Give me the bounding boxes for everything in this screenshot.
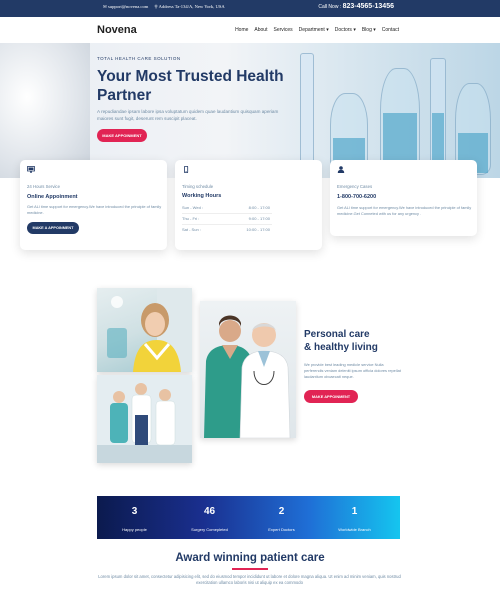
award-text: Lorem ipsum dolor sit amet, consectetur …: [98, 574, 401, 585]
care-title-line: Personal care: [304, 329, 370, 340]
stat-label: Happy people: [122, 527, 147, 532]
site-logo[interactable]: Novena: [97, 24, 137, 36]
top-bar: ✉ support@novena.com ⚲ Address Ta-134/A,…: [0, 0, 500, 17]
feature-small-label: Timing schedule: [182, 184, 214, 189]
nav-item-department[interactable]: Department ▾: [299, 27, 329, 33]
feature-card-emergency: Emergency Cases 1-800-700-6200 Get ALl t…: [330, 160, 477, 236]
feature-text: Get ALl time support for emergency.We ha…: [337, 205, 472, 216]
main-navigation: Novena Home About Services Department ▾ …: [0, 17, 500, 43]
nav-item-services[interactable]: Services: [273, 27, 292, 33]
dental-patient-illustration: [107, 288, 192, 372]
stat-value: 46: [203, 506, 216, 517]
hours-row: Sat - Sun : 10:00 - 17:00: [182, 227, 270, 232]
nav-item-blog-label: Blog: [361, 27, 372, 33]
stat-label: Expert Doctors: [268, 527, 295, 532]
hours-row: Sun - Wed : 8:00 - 17:00: [182, 205, 270, 210]
stat-happy-people: 3 Happy people: [97, 496, 172, 539]
care-title-line: & healthy living: [304, 341, 378, 353]
nav-item-doctors[interactable]: Doctors ▾: [335, 27, 356, 33]
chevron-down-icon: ▾: [373, 27, 376, 33]
email-text: support@novena.com: [108, 4, 149, 9]
feature-small-label: 24 Hours Service: [27, 184, 60, 189]
stat-value: 1: [351, 506, 358, 517]
care-description: We provide best leading medicle service …: [304, 362, 401, 379]
feature-text: Get ALl time support for emergency.We ha…: [27, 204, 162, 215]
nav-item-department-label: Department: [298, 27, 325, 33]
stat-label: Worldwide Branch: [338, 527, 371, 532]
hours-divider: [182, 224, 272, 225]
nav-item-home[interactable]: Home: [235, 27, 248, 33]
hours-row: Thu - Fri : 9:00 - 17:00: [182, 216, 270, 221]
hours-time: 9:00 - 17:00: [248, 216, 270, 221]
call-label: Call Now :: [318, 4, 342, 10]
stat-expert-doctors: 2 Expert Doctors: [244, 496, 319, 539]
make-appointment-button[interactable]: MAKE APPOINMENT: [97, 129, 147, 142]
stat-value: 3: [131, 506, 138, 517]
dental-patient-photo: [97, 288, 192, 372]
lab-tube-decoration: [300, 53, 314, 173]
award-title: Award winning patient care: [175, 552, 325, 564]
hours-divider: [182, 213, 272, 214]
email-link[interactable]: ✉ support@novena.com: [103, 4, 148, 10]
hero-kicker: TOTAL HEALTH CARE SOLUTION: [97, 56, 181, 61]
medical-team-photo: [97, 375, 192, 463]
stat-label: Surgery Comepleted: [191, 527, 228, 532]
monitor-icon: [27, 166, 35, 173]
hero-title: Your Most Trusted Health Partner: [97, 68, 284, 104]
hero-gloved-hand-image: [0, 43, 90, 178]
doctors-portrait-illustration: [204, 315, 291, 438]
emergency-phone[interactable]: 1-800-700-6200: [337, 194, 376, 200]
award-divider: [232, 568, 268, 570]
make-a-appointment-button[interactable]: MAKE A APPOINMENT: [27, 222, 79, 234]
call-now[interactable]: Call Now : 823-4565-13456: [318, 3, 394, 10]
care-appointment-button[interactable]: MAKE APPOINMENT: [304, 390, 358, 403]
address-text: ⚲ Address Ta-134/A, New York, USA: [154, 4, 224, 10]
address-value: Address Ta-134/A, New York, USA: [158, 4, 225, 9]
care-title: Personal care & healthy living: [304, 329, 378, 354]
feature-card-working-hours: Timing schedule Working Hours Sun - Wed …: [175, 160, 322, 250]
chevron-down-icon: ▾: [353, 27, 356, 33]
stats-banner: 3 Happy people 46 Surgery Comepleted 2 E…: [97, 496, 400, 539]
hours-day: Thu - Fri :: [182, 216, 200, 221]
nav-item-blog[interactable]: Blog ▾: [362, 27, 376, 33]
stat-surgery-completed: 46 Surgery Comepleted: [172, 496, 247, 539]
phone-number: 823-4565-13456: [342, 3, 394, 10]
doctors-portrait-photo: [200, 301, 296, 438]
hours-day: Sat - Sun :: [182, 227, 201, 232]
hero-banner: TOTAL HEALTH CARE SOLUTION Your Most Tru…: [0, 43, 500, 178]
stat-value: 2: [278, 506, 285, 517]
stat-worldwide-branch: 1 Worldwide Branch: [317, 496, 392, 539]
hours-day: Sun - Wed :: [182, 205, 204, 210]
feature-heading: Online Appoinment: [27, 194, 78, 200]
feature-heading: Working Hours: [182, 193, 222, 199]
feature-small-label: Emergency Cases: [337, 184, 373, 189]
nav-menu: Home About Services Department ▾ Doctors…: [235, 27, 399, 33]
top-contact: ✉ support@novena.com ⚲ Address Ta-134/A,…: [103, 4, 225, 10]
map-marker-icon: ⚲: [154, 4, 158, 9]
nav-item-doctors-label: Doctors: [334, 27, 352, 33]
phone-icon: [184, 166, 189, 173]
hours-time: 10:00 - 17:00: [246, 227, 270, 232]
chevron-down-icon: ▾: [326, 27, 329, 33]
medical-team-illustration: [97, 375, 192, 463]
hero-description: A repudiandae ipsam labore ipsa voluptat…: [97, 109, 279, 121]
nav-item-contact[interactable]: Contact: [382, 27, 399, 33]
hours-time: 8:00 - 17:00: [248, 205, 270, 210]
person-icon: [337, 166, 345, 173]
feature-card-online-appointment: 24 Hours Service Online Appoinment Get A…: [20, 160, 167, 250]
nav-item-about[interactable]: About: [254, 27, 267, 33]
